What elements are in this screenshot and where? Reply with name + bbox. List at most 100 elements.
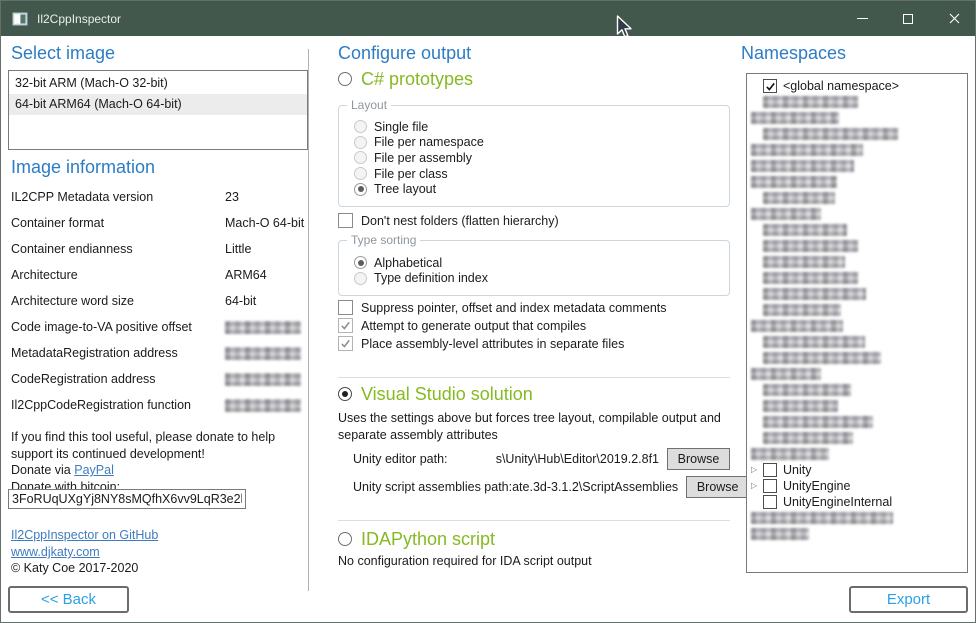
export-button[interactable]: Export	[849, 586, 968, 613]
namespace-row[interactable]: ▷	[749, 94, 965, 110]
checkbox-option-label: Place assembly-level attributes in separ…	[361, 337, 624, 351]
info-row-value: 23	[225, 190, 239, 204]
radio-option[interactable]: File per namespace	[354, 135, 729, 151]
namespace-row[interactable]: ▷	[749, 222, 965, 238]
radio-option[interactable]: Single file	[354, 119, 729, 135]
namespace-checkbox[interactable]	[763, 79, 777, 93]
radio-option-label: Alphabetical	[374, 256, 442, 270]
namespace-row[interactable]: ▷	[749, 350, 965, 366]
checkbox-option[interactable]: Suppress pointer, offset and index metad…	[338, 299, 667, 316]
unity-path-row: Unity editor path: s\Unity\Hub\Editor\20…	[338, 447, 730, 470]
namespace-checkbox[interactable]	[763, 463, 777, 477]
checkbox-option-label: Suppress pointer, offset and index metad…	[361, 301, 667, 315]
expander-icon[interactable]: ▷	[751, 466, 763, 474]
redacted-text	[763, 304, 841, 316]
info-row: IL2CPP Metadata version 23	[11, 185, 307, 211]
layout-group-label: Layout	[347, 98, 391, 112]
namespace-row[interactable]: ▷	[749, 430, 965, 446]
namespace-row[interactable]: ▷	[749, 126, 965, 142]
namespace-row[interactable]: ▷	[749, 190, 965, 206]
namespace-row[interactable]: ▷ <global namespace>	[749, 78, 965, 94]
image-list-item-label: 64-bit ARM64 (Mach-O 64-bit)	[15, 97, 182, 111]
namespace-row[interactable]: ▷	[749, 334, 965, 350]
expander-icon[interactable]: ▷	[751, 482, 763, 490]
radio-icon	[354, 183, 367, 196]
bitcoin-address-input[interactable]	[8, 489, 246, 509]
github-link[interactable]: Il2CppInspector on GitHub	[11, 528, 158, 542]
image-list-item[interactable]: 32-bit ARM (Mach-O 32-bit)	[9, 73, 307, 94]
image-list-item[interactable]: 64-bit ARM64 (Mach-O 64-bit)	[9, 94, 307, 115]
radio-option-label: File per namespace	[374, 135, 484, 149]
copyright-text: © Katy Coe 2017-2020	[11, 561, 138, 575]
flatten-hierarchy-checkbox[interactable]: Don't nest folders (flatten hierarchy)	[338, 212, 559, 229]
checkbox-option[interactable]: Place assembly-level attributes in separ…	[338, 335, 667, 352]
browse-button[interactable]: Browse	[667, 448, 730, 470]
info-row-value: Little	[225, 242, 251, 256]
namespace-row[interactable]: ▷	[749, 446, 965, 462]
radio-icon	[354, 167, 367, 180]
radio-icon	[354, 136, 367, 149]
redacted-text	[751, 144, 863, 156]
website-link[interactable]: www.djkaty.com	[11, 545, 100, 559]
info-row: CodeRegistration address	[11, 367, 307, 393]
idapython-radio[interactable]: IDAPython script	[338, 527, 495, 551]
radio-icon	[354, 272, 367, 285]
radio-option[interactable]: Alphabetical	[354, 255, 729, 271]
info-row: MetadataRegistration address	[11, 341, 307, 367]
section-separator	[338, 377, 730, 378]
checkbox-option[interactable]: Attempt to generate output that compiles	[338, 317, 667, 334]
namespace-row[interactable]: ▷	[749, 414, 965, 430]
radio-option[interactable]: Tree layout	[354, 181, 729, 197]
namespace-row[interactable]: ▷	[749, 238, 965, 254]
redacted-text	[225, 321, 301, 334]
namespace-row[interactable]: ▷ Unity	[749, 462, 965, 478]
namespace-row[interactable]: ▷	[749, 270, 965, 286]
namespace-row[interactable]: ▷	[749, 110, 965, 126]
radio-option[interactable]: File per assembly	[354, 150, 729, 166]
namespace-row[interactable]: ▷	[749, 526, 965, 542]
radio-option[interactable]: Type definition index	[354, 271, 729, 287]
redacted-text	[763, 384, 851, 396]
image-listbox[interactable]: 32-bit ARM (Mach-O 32-bit) 64-bit ARM64 (…	[8, 70, 308, 150]
redacted-text	[763, 400, 838, 412]
namespace-row[interactable]: ▷ UnityEngine	[749, 478, 965, 494]
info-row: Architecture word size 64-bit	[11, 289, 307, 315]
radio-option-label: Tree layout	[374, 182, 436, 196]
csharp-prototypes-radio[interactable]: C# prototypes	[338, 67, 473, 91]
namespace-row[interactable]: ▷	[749, 254, 965, 270]
info-row-label: Architecture	[11, 268, 78, 282]
info-row: Container endianness Little	[11, 237, 307, 263]
namespace-row[interactable]: ▷	[749, 206, 965, 222]
namespaces-listbox[interactable]: ▷ <global namespace> ▷ ▷ ▷ ▷ ▷ ▷ ▷	[746, 73, 968, 573]
visual-studio-radio[interactable]: Visual Studio solution	[338, 382, 533, 406]
namespace-row[interactable]: ▷	[749, 158, 965, 174]
namespace-row[interactable]: ▷	[749, 302, 965, 318]
redacted-text	[763, 432, 853, 444]
namespace-row[interactable]: ▷ UnityEngineInternal	[749, 494, 965, 510]
redacted-text	[751, 320, 843, 332]
namespace-row[interactable]: ▷	[749, 174, 965, 190]
namespace-checkbox[interactable]	[763, 495, 777, 509]
info-row-value: Mach-O 64-bit	[225, 216, 304, 230]
namespace-label: <global namespace>	[783, 79, 899, 93]
namespace-row[interactable]: ▷	[749, 398, 965, 414]
radio-option[interactable]: File per class	[354, 166, 729, 182]
redacted-text	[763, 288, 866, 300]
radio-option-label: File per class	[374, 167, 448, 181]
namespace-row[interactable]: ▷	[749, 510, 965, 526]
type-sorting-group-label: Type sorting	[347, 233, 420, 247]
namespace-row[interactable]: ▷	[749, 286, 965, 302]
paypal-link[interactable]: PayPal	[74, 463, 114, 477]
namespace-row[interactable]: ▷	[749, 318, 965, 334]
path-value: s\Unity\Hub\Editor\2019.2.8f1	[496, 452, 659, 466]
radio-icon	[338, 72, 352, 86]
namespace-checkbox[interactable]	[763, 479, 777, 493]
output-option-checkboxes: Suppress pointer, offset and index metad…	[338, 299, 667, 353]
namespace-row[interactable]: ▷	[749, 142, 965, 158]
unity-path-row: Unity script assemblies path: ate.3d-3.1…	[338, 475, 730, 498]
checkbox-icon	[338, 300, 353, 315]
browse-button[interactable]: Browse	[686, 476, 749, 498]
namespace-row[interactable]: ▷	[749, 382, 965, 398]
namespace-row[interactable]: ▷	[749, 366, 965, 382]
back-button[interactable]: << Back	[8, 586, 129, 613]
